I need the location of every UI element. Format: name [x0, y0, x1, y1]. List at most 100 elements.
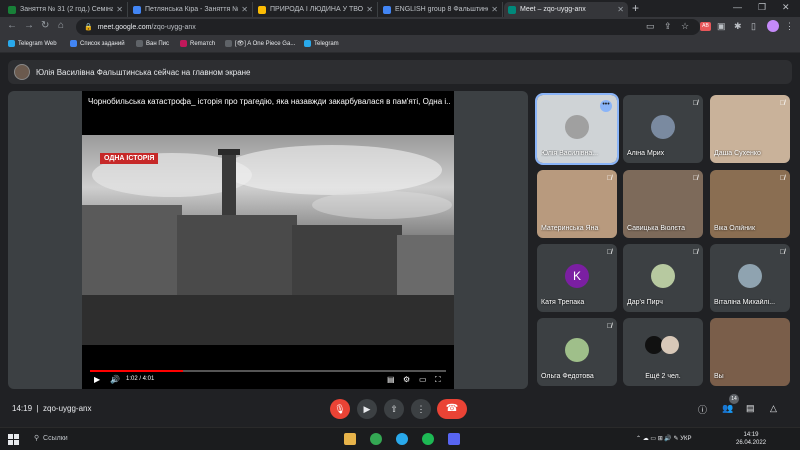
camera-toggle-button[interactable]: ▶	[357, 399, 377, 419]
browser-tab-meet[interactable]: Meet – zqo-uygg-anx ✕	[504, 2, 628, 17]
bookmark-item[interactable]: [👁] A One Piece Ga...	[225, 40, 295, 47]
bookmark-label: Ван Пис	[146, 40, 169, 47]
meet-controls-bar: 14:19 | zqo-uygg-anx 🎙 ▶ ⇧ ⋮ ☎ ⓘ 👥 ▤ △	[0, 393, 800, 425]
spotify-icon[interactable]	[422, 433, 434, 445]
bookmark-item[interactable]: Ван Пис	[136, 40, 169, 47]
home-button[interactable]: ⌂	[58, 20, 64, 31]
keyboard-language[interactable]: УКР	[680, 436, 691, 442]
camera-icon[interactable]: ▭	[646, 21, 655, 32]
rematch-icon	[180, 40, 187, 47]
mic-off-icon: 🎙̸	[779, 100, 785, 107]
activities-icon[interactable]: △	[770, 403, 777, 414]
browser-tab-4[interactable]: ENGLISH group 8 Фальштинська... ✕	[379, 2, 503, 17]
os-taskbar: ⚲ Ссылки ⌃ ☁ ▭ ⊞ 🔊 ✎ УКР 14:19 26.04.2022	[0, 427, 800, 450]
tab-title: ПРИРОДА І ЛЮДИНА У ТВОРЧОС...	[270, 6, 364, 13]
close-icon[interactable]: ✕	[617, 5, 624, 14]
windows-start-icon[interactable]	[8, 434, 19, 445]
more-options-icon[interactable]: •••	[600, 100, 612, 112]
mic-toggle-button[interactable]: 🎙	[330, 399, 350, 419]
discord-icon[interactable]	[448, 433, 460, 445]
shared-video[interactable]: Чорнобильська катастрофа_ історія про тр…	[82, 91, 454, 389]
browser-tab-2[interactable]: Петлянська Кіра - Заняття № 31 (... ✕	[129, 2, 253, 17]
participant-tile[interactable]: 🎙̸ Віка Олійник	[710, 170, 790, 238]
close-window-button[interactable]: ✕	[782, 2, 790, 13]
tab-strip: Заняття № 31 (2 год.) Семінарсь... ✕ Пет…	[0, 0, 800, 17]
present-button[interactable]: ⇧	[384, 399, 404, 419]
back-button[interactable]: ←	[7, 20, 17, 31]
leave-call-button[interactable]: ☎	[437, 399, 467, 419]
participant-tile[interactable]: 🎙̸ Савицька Віолєта	[623, 170, 703, 238]
close-icon[interactable]: ✕	[116, 5, 123, 14]
address-bar[interactable]: 🔒 meet.google.com/zqo-uygg-anx	[76, 19, 700, 35]
video-badge: ОДНА ІСТОРІЯ	[100, 153, 159, 164]
participant-tile[interactable]: 🎙̸ Дар'я Пирч	[623, 244, 703, 312]
participant-name: Савицька Віолєта	[627, 225, 686, 232]
forward-button[interactable]: →	[24, 20, 34, 31]
participant-tile[interactable]: K 🎙̸ Катя Трепака	[537, 244, 617, 312]
chat-icon[interactable]: ▤	[746, 403, 755, 414]
chrome-icon[interactable]	[370, 433, 382, 445]
video-time: 1:02 / 4:01	[126, 376, 155, 382]
browser-tab-1[interactable]: Заняття № 31 (2 год.) Семінарсь... ✕	[4, 2, 128, 17]
mic-off-icon: 🎙̸	[692, 100, 698, 107]
new-tab-button[interactable]: +	[632, 1, 639, 15]
meeting-time: 14:19	[12, 404, 33, 413]
file-explorer-icon[interactable]	[344, 433, 356, 445]
system-tray[interactable]: ⌃ ☁ ▭ ⊞ 🔊 ✎ УКР	[636, 435, 692, 442]
sidepanel-icon[interactable]: ▯	[751, 21, 756, 32]
presentation-stage[interactable]: Чорнобильська катастрофа_ історія про тр…	[8, 91, 528, 389]
close-icon[interactable]: ✕	[491, 5, 498, 14]
sheets-icon	[8, 5, 16, 14]
participant-tile[interactable]: 🎙̸ Ольга Федотова	[537, 318, 617, 386]
captions-icon[interactable]: ▤	[387, 375, 395, 384]
more-options-button[interactable]: ⋮	[411, 399, 431, 419]
video-progress-bar[interactable]	[90, 370, 446, 372]
close-icon[interactable]: ✕	[241, 5, 248, 14]
bookmark-item[interactable]: Remaтch	[180, 40, 215, 47]
docs-icon	[133, 5, 141, 14]
info-icon[interactable]: ⓘ	[698, 403, 707, 416]
participant-tile-self[interactable]: Вы	[710, 318, 790, 386]
participant-tile[interactable]: 🎙̸ Даша Сухенко	[710, 95, 790, 163]
participant-count-badge: 14	[729, 394, 739, 404]
puzzle-icon[interactable]: ✱	[734, 21, 742, 32]
reload-button[interactable]: ↻	[41, 20, 49, 31]
mic-off-icon: 🎙̸	[606, 175, 612, 182]
telegram-icon[interactable]	[396, 433, 408, 445]
page-icon	[136, 40, 143, 47]
fullscreen-icon[interactable]: ⛶	[435, 375, 441, 385]
minimize-button[interactable]: —	[733, 2, 742, 12]
settings-icon[interactable]: ⚙	[403, 375, 410, 384]
miniplayer-icon[interactable]: ▭	[419, 375, 427, 384]
bookmark-item[interactable]: Telegram Web	[8, 40, 57, 47]
bookmark-label: [👁] A One Piece Ga...	[235, 41, 296, 47]
meet-icon	[508, 5, 516, 14]
bookmark-item[interactable]: Telegram	[304, 40, 339, 47]
play-icon[interactable]: ▶	[94, 375, 100, 384]
bookmark-star-icon[interactable]: ☆	[681, 21, 689, 32]
menu-icon[interactable]: ⋮	[785, 21, 794, 32]
participant-tile[interactable]: 🎙̸ Віталіна Михайлі...	[710, 244, 790, 312]
bookmark-item[interactable]: Список заданий	[70, 40, 125, 47]
classroom-icon	[383, 5, 391, 14]
lock-icon: 🔒	[84, 24, 93, 31]
participant-tile[interactable]: 🎙̸ Материнська Яна	[537, 170, 617, 238]
avatar[interactable]	[767, 20, 779, 32]
system-clock[interactable]: 14:19 26.04.2022	[736, 431, 766, 447]
avatar	[565, 338, 589, 362]
taskbar-search[interactable]: ⚲ Ссылки	[34, 434, 68, 442]
participant-tile-others[interactable]: Ещё 2 чел.	[623, 318, 703, 386]
video-title: Чорнобильська катастрофа_ історія про тр…	[88, 97, 450, 106]
browser-tab-3[interactable]: ПРИРОДА І ЛЮДИНА У ТВОРЧОС... ✕	[254, 2, 378, 17]
participant-tile[interactable]: ••• Юлія Василівна...	[535, 93, 619, 165]
share-icon[interactable]: ⇪	[664, 21, 672, 32]
extension-icon[interactable]: ▣	[717, 21, 726, 32]
people-icon[interactable]: 👥	[722, 403, 733, 414]
video-frame[interactable]: ОДНА ІСТОРІЯ	[82, 135, 454, 345]
volume-icon[interactable]: 🔊	[110, 375, 120, 384]
close-icon[interactable]: ✕	[366, 5, 373, 14]
participant-tile[interactable]: 🎙̸ Аліна Мрих	[623, 95, 703, 163]
maximize-button[interactable]: ❐	[758, 2, 766, 13]
avatar	[14, 64, 30, 80]
extension-badge-icon[interactable]: AB	[700, 22, 711, 31]
